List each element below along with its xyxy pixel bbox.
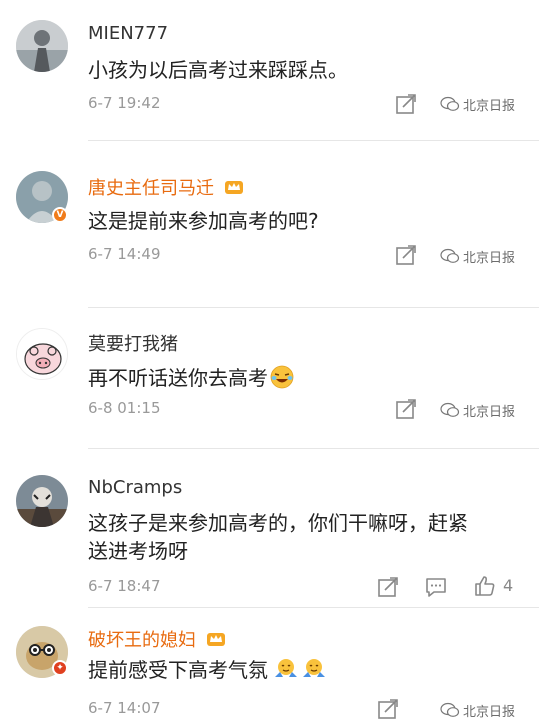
wechat-icon — [440, 702, 460, 718]
wechat-icon — [440, 402, 460, 418]
wechat-icon — [440, 96, 460, 112]
avatar[interactable] — [16, 20, 68, 72]
wechat-icon — [440, 248, 460, 264]
watermark: 北京日报 — [440, 93, 515, 115]
avatar[interactable] — [16, 475, 68, 527]
verified-badge: V — [52, 207, 68, 223]
repost-icon[interactable] — [376, 697, 400, 721]
username[interactable]: NbCramps — [88, 477, 182, 498]
repost-icon[interactable] — [394, 92, 418, 116]
like-count: 4 — [503, 576, 514, 595]
username-text: 破坏王的媳妇 — [88, 630, 196, 651]
username[interactable]: 破坏王的媳妇 — [88, 626, 226, 652]
watermark-text: 北京日报 — [463, 250, 516, 266]
avatar[interactable] — [16, 328, 68, 380]
crown-icon — [224, 179, 244, 195]
timestamp: 6-7 14:49 — [88, 245, 161, 263]
comment-text: 这是提前来参加高考的吧? — [88, 209, 319, 233]
verified-badge: ✦ — [52, 660, 68, 676]
shrug-emoji-icon — [274, 657, 298, 681]
comment-item: MIEN777 小孩为以后高考过来踩踩点。 6-7 19:42 北京日报 — [0, 0, 539, 140]
username[interactable]: 莫要打我猪 — [88, 330, 178, 356]
watermark-text: 北京日报 — [463, 98, 516, 114]
shrug-emoji-icon — [302, 657, 326, 681]
crown-icon — [206, 631, 226, 647]
comment-item: V 唐史主任司马迁 这是提前来参加高考的吧? 6-7 14:49 北京日报 — [0, 141, 539, 307]
comment-item: ✦ 破坏王的媳妇 提前感受下高考气氛 6-7 14:07 北京日报 — [0, 608, 539, 727]
username-text: 唐史主任司马迁 — [88, 178, 214, 199]
comment-text-line-2: 送进考场呀 — [88, 539, 188, 563]
username[interactable]: MIEN777 — [88, 23, 168, 44]
comment-icon[interactable] — [424, 575, 448, 599]
watermark-text: 北京日报 — [463, 704, 516, 720]
watermark: 北京日报 — [440, 245, 515, 267]
repost-icon[interactable] — [394, 397, 418, 421]
comment-text: 提前感受下高考气氛 — [88, 654, 326, 687]
comment-item: 莫要打我猪 再不听话送你去高考 6-8 01:15 北京日报 — [0, 308, 539, 448]
like-icon[interactable] — [473, 574, 497, 598]
repost-icon[interactable] — [394, 243, 418, 267]
timestamp: 6-7 14:07 — [88, 699, 161, 717]
comment-text-content: 再不听话送你去高考 — [88, 366, 268, 390]
username[interactable]: 唐史主任司马迁 — [88, 174, 244, 200]
watermark: 北京日报 — [440, 399, 515, 421]
repost-icon[interactable] — [376, 575, 400, 599]
laughing-emoji-icon — [270, 365, 294, 389]
comment-text-content: 提前感受下高考气氛 — [88, 658, 268, 682]
watermark: 北京日报 — [440, 699, 515, 721]
watermark-text: 北京日报 — [463, 404, 516, 420]
comment-text: 再不听话送你去高考 — [88, 362, 294, 395]
timestamp: 6-7 18:47 — [88, 577, 161, 595]
timestamp: 6-8 01:15 — [88, 399, 161, 417]
comment-item: NbCramps 这孩子是来参加高考的，你们干嘛呀，赶紧 送进考场呀 6-7 1… — [0, 449, 539, 607]
timestamp: 6-7 19:42 — [88, 94, 161, 112]
comment-text: 小孩为以后高考过来踩踩点。 — [88, 58, 348, 82]
